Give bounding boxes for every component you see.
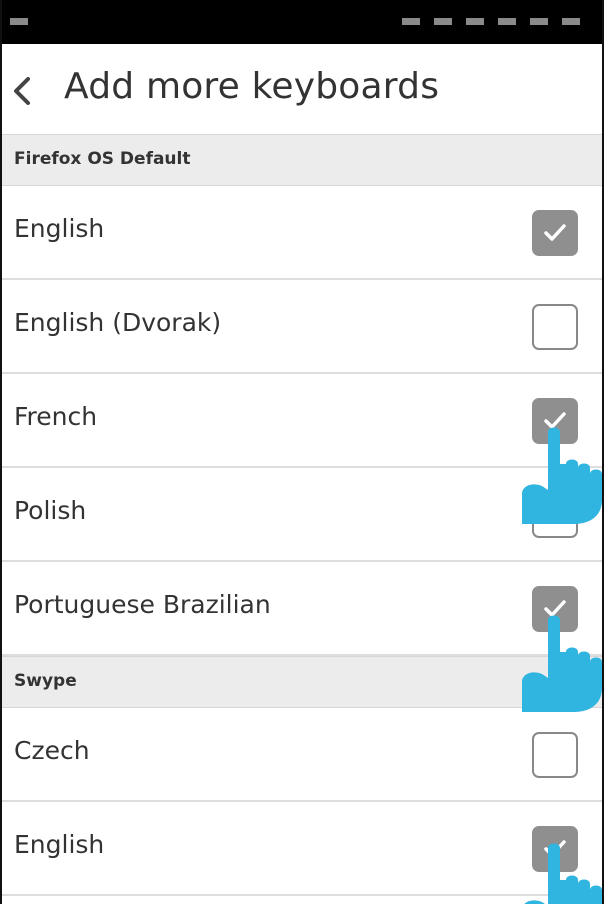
status-indicator-icon [466,18,484,25]
section-header-swype: Swype [2,656,602,708]
keyboard-label: English (Dvorak) [14,308,222,337]
status-indicator-icon [402,18,420,25]
keyboard-row-english-swype[interactable]: English [2,802,602,896]
keyboard-label: Czech [14,736,90,765]
keyboard-label: Polish [14,496,87,525]
hand-pointer-icon [522,427,602,524]
keyboard-row-english[interactable]: English [2,186,602,280]
chevron-left-icon[interactable] [10,76,34,106]
hand-pointer-icon [522,615,602,712]
checkmark-icon [544,224,566,241]
page-title: Add more keyboards [64,66,440,107]
keyboard-checkbox[interactable] [532,304,578,350]
header: Add more keyboards [2,44,602,135]
keyboard-checkbox[interactable] [532,210,578,256]
keyboard-checkbox[interactable] [532,732,578,778]
status-indicator-icon [498,18,516,25]
status-bar [2,0,602,44]
notification-icon [10,18,28,25]
keyboard-label: French [14,402,98,431]
section-header-label: Firefox OS Default [14,149,191,169]
keyboard-label: English [14,830,105,859]
section-header-firefox-os-default: Firefox OS Default [2,134,602,186]
screen: Add more keyboards Firefox OS Default En… [0,0,604,904]
keyboard-row-french[interactable]: French [2,374,602,468]
hand-pointer-icon [524,843,602,904]
status-indicator-icon [434,18,452,25]
status-indicator-icon [562,18,580,25]
keyboard-row-english-dvorak[interactable]: English (Dvorak) [2,280,602,374]
keyboard-row-czech[interactable]: Czech [2,708,602,802]
status-indicator-icon [530,18,548,25]
keyboard-row-portuguese-brazilian[interactable]: Portuguese Brazilian [2,562,602,656]
section-header-label: Swype [14,671,77,691]
keyboard-row-polish[interactable]: Polish [2,468,602,562]
keyboard-label: Portuguese Brazilian [14,590,271,619]
keyboard-label: English [14,214,105,243]
